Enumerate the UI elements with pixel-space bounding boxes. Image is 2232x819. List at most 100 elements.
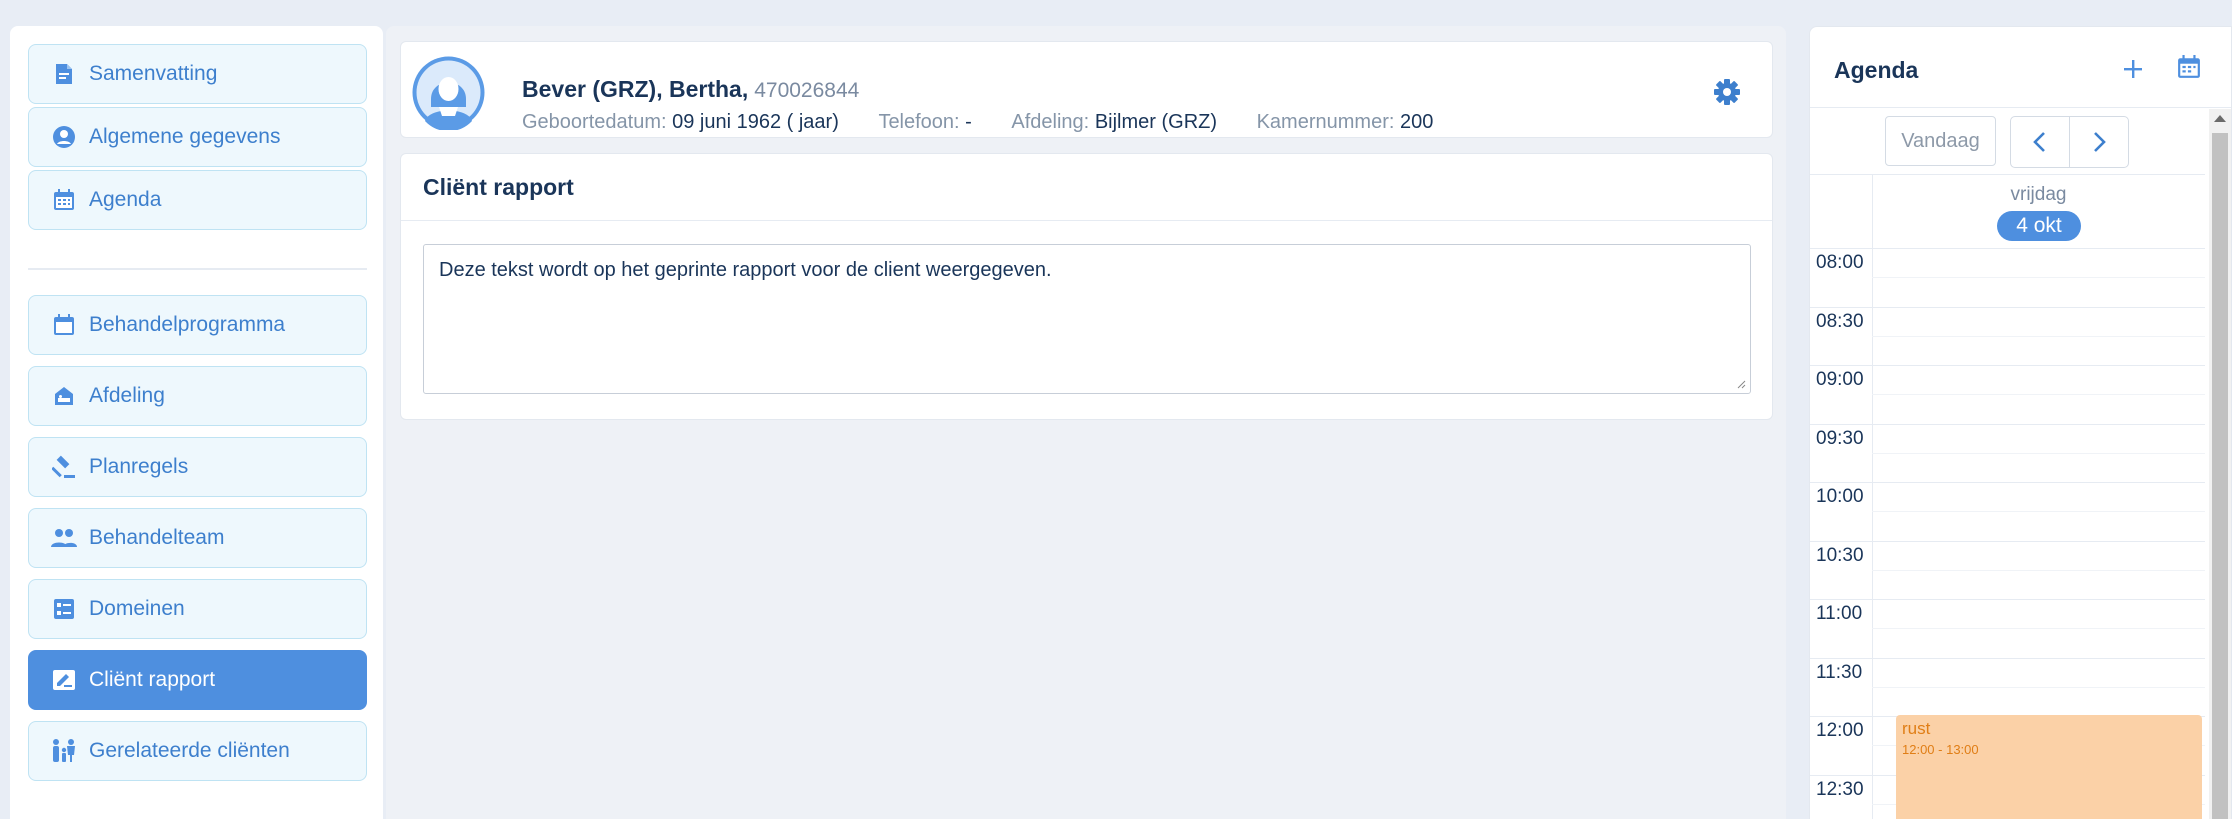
previous-day-button[interactable] [2010, 116, 2070, 168]
patient-name: Bever (GRZ), Bertha, 470026844 [522, 76, 859, 103]
sidebar-item-domeinen[interactable]: Domeinen [28, 579, 367, 639]
agenda-hour-line [1810, 482, 2205, 483]
phone-label: Telefoon: [878, 111, 960, 133]
calendar-icon [51, 312, 77, 338]
sidebar-item-afdeling[interactable]: Afdeling [28, 366, 367, 426]
agenda-scrollbar[interactable] [2209, 109, 2231, 819]
sidebar-item-label: Cliënt rapport [89, 668, 216, 691]
agenda-half-line [1872, 335, 2205, 337]
day-date-badge[interactable]: 4 okt [1997, 211, 2081, 241]
agenda-header-divider [1810, 107, 2231, 108]
chevron-left-icon [2033, 132, 2045, 152]
room-value: 200 [1399, 111, 1434, 133]
team-icon [51, 525, 77, 551]
agenda-time-label: 09:00 [1816, 369, 1864, 390]
report-title: Cliënt rapport [423, 174, 574, 200]
gavel-icon [51, 454, 77, 480]
patient-id: 470026844 [754, 79, 860, 102]
agenda-hour-line [1810, 365, 2205, 366]
ward-value: Bijlmer (GRZ) [1094, 111, 1218, 133]
day-name: vrijdag [2010, 184, 2067, 205]
agenda-hour-line [1810, 306, 2205, 308]
agenda-panel: Agenda Vandaag vrijdag 4 okt 08:00 08:30 0… [1809, 26, 2232, 819]
calendar-icon[interactable] [2177, 55, 2205, 83]
agenda-half-line [1872, 511, 2205, 513]
sidebar-item-label: Planregels [89, 455, 189, 478]
agenda-event[interactable]: rust 12:00 - 13:00 [1896, 715, 2202, 819]
family-icon [51, 738, 77, 764]
sidebar-divider [28, 268, 367, 270]
sidebar: Samenvatting Algemene gegevens Agenda Be… [10, 26, 383, 819]
birthdate-label: Geboortedatum: [522, 111, 667, 133]
document-icon [51, 61, 77, 87]
sidebar-item-label: Agenda [89, 188, 162, 211]
agenda-half-line [1872, 394, 2205, 396]
next-day-button[interactable] [2069, 116, 2129, 168]
today-button[interactable]: Vandaag [1885, 116, 1996, 166]
patient-info: Geboortedatum: 09 juni 1962 ( jaar) Tele… [522, 111, 1467, 134]
gear-icon[interactable] [1712, 77, 1742, 107]
agenda-time-label: 12:00 [1816, 720, 1864, 741]
birthdate-value: 09 juni 1962 ( jaar) [672, 111, 839, 133]
agenda-time-label: 08:00 [1816, 252, 1864, 273]
agenda-time-label: 11:00 [1816, 603, 1863, 624]
patient-name-text: Bever (GRZ), Bertha, [522, 76, 749, 102]
agenda-half-line [1872, 569, 2205, 571]
signature-icon [51, 667, 77, 693]
checklist-icon [51, 596, 77, 622]
chevron-right-icon [2094, 132, 2106, 152]
agenda-half-line [1872, 277, 2205, 279]
agenda-hour-line [1810, 599, 2205, 600]
agenda-time-label: 09:30 [1816, 427, 1864, 449]
report-divider [401, 220, 1772, 221]
scroll-up-arrow-icon[interactable] [2214, 115, 2226, 122]
agenda-half-line [1872, 628, 2205, 630]
agenda-hour-line [1810, 657, 2205, 659]
agenda-time-column-border [1872, 174, 1873, 819]
ward-label: Afdeling: [1011, 111, 1090, 133]
report-text-value: Deze tekst wordt op het geprinte rapport… [439, 259, 1052, 281]
event-time: 12:00 - 13:00 [1902, 742, 1979, 757]
main-content: Bever (GRZ), Bertha, 470026844 Geboorteda… [386, 26, 1786, 819]
calendar-grid-icon [51, 187, 77, 213]
sidebar-item-behandelprogramma[interactable]: Behandelprogramma [28, 295, 367, 355]
avatar [411, 55, 486, 132]
sidebar-item-behandelteam[interactable]: Behandelteam [28, 508, 367, 568]
sidebar-item-agenda[interactable]: Agenda [28, 170, 367, 230]
sidebar-item-samenvatting[interactable]: Samenvatting [28, 44, 367, 104]
phone-value: - [965, 111, 972, 133]
agenda-grid-top [1810, 174, 2205, 175]
sidebar-item-planregels[interactable]: Planregels [28, 437, 367, 497]
add-icon[interactable] [2119, 55, 2147, 83]
room-label: Kamernummer: [1256, 111, 1395, 133]
sidebar-item-label: Afdeling [89, 384, 165, 407]
sidebar-item-label: Gerelateerde cliënten [89, 739, 290, 762]
agenda-time-label: 08:30 [1816, 310, 1864, 332]
user-circle-icon [51, 124, 77, 150]
sidebar-item-label: Algemene gegevens [89, 125, 281, 148]
agenda-hour-line [1810, 540, 2205, 542]
event-title: rust [1902, 719, 1931, 738]
agenda-time-label: 10:00 [1816, 486, 1864, 507]
scroll-thumb[interactable] [2212, 133, 2228, 819]
report-textarea[interactable]: Deze tekst wordt op het geprinte rapport… [423, 244, 1751, 394]
agenda-time-label: 10:30 [1816, 544, 1864, 566]
resize-grip-icon[interactable] [1736, 379, 1746, 389]
agenda-time-label: 12:30 [1816, 778, 1864, 800]
agenda-half-line [1872, 452, 2205, 454]
ward-bed-icon [51, 383, 77, 409]
sidebar-item-label: Samenvatting [89, 62, 218, 85]
sidebar-item-label: Domeinen [89, 597, 185, 620]
agenda-half-line [1872, 686, 2205, 688]
agenda-hour-line [1810, 248, 2205, 249]
sidebar-item-label: Behandelprogramma [89, 313, 286, 336]
sidebar-item-algemene-gegevens[interactable]: Algemene gegevens [28, 107, 367, 167]
agenda-title: Agenda [1834, 57, 1919, 83]
sidebar-item-client-rapport[interactable]: Cliënt rapport [28, 650, 367, 710]
sidebar-item-label: Behandelteam [89, 526, 225, 549]
client-report-card: Cliënt rapport Deze tekst wordt op het g… [400, 153, 1773, 420]
agenda-time-label: 11:30 [1816, 661, 1863, 683]
agenda-hour-line [1810, 423, 2205, 425]
sidebar-item-gerelateerde-clienten[interactable]: Gerelateerde cliënten [28, 721, 367, 781]
patient-header-card: Bever (GRZ), Bertha, 470026844 Geboorteda… [400, 41, 1773, 138]
